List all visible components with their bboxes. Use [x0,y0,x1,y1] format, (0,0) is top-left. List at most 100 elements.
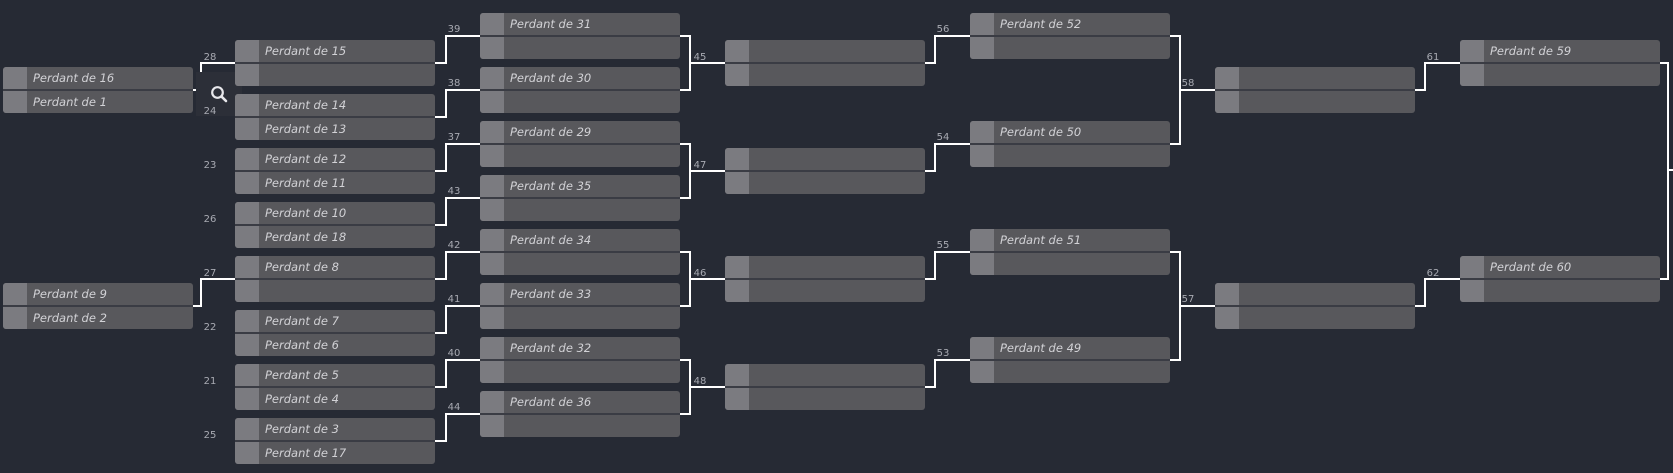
match-slot-bottom[interactable]: Perdant de 1 [3,91,193,113]
match-card[interactable]: Perdant de 50 [970,121,1170,167]
participant-name: Perdant de 50 [1000,125,1082,139]
match-card[interactable]: Perdant de 60 [1460,256,1660,302]
match-slot-bottom[interactable] [480,361,680,383]
match-slot-bottom[interactable] [235,280,435,302]
match-slot-top[interactable]: Perdant de 14 [235,94,435,116]
match-card[interactable]: Perdant de 9 Perdant de 2 [3,283,193,329]
match-slot-top[interactable]: Perdant de 49 [970,337,1170,359]
match-card[interactable]: Perdant de 51 [970,229,1170,275]
match-slot-top[interactable]: Perdant de 34 [480,229,680,251]
match-slot-bottom[interactable]: Perdant de 17 [235,442,435,464]
match-slot-top[interactable]: Perdant de 7 [235,310,435,332]
match-slot-top[interactable] [725,40,925,62]
match-slot-top[interactable] [725,364,925,386]
match-number: 23 [203,160,217,171]
match-slot-top[interactable]: Perdant de 8 [235,256,435,278]
match-card[interactable]: Perdant de 14 Perdant de 13 [235,94,435,140]
match-number: 26 [203,214,217,225]
match-card[interactable] [725,364,925,410]
match-card[interactable]: Perdant de 16 Perdant de 1 [3,67,193,113]
match-slot-top[interactable]: Perdant de 30 [480,67,680,89]
match-slot-bottom[interactable] [1460,280,1660,302]
match-slot-bottom[interactable]: Perdant de 4 [235,388,435,410]
seed-box [3,67,27,89]
match-card[interactable] [725,256,925,302]
match-slot-bottom[interactable] [970,361,1170,383]
match-slot-bottom[interactable] [725,388,925,410]
match-slot-bottom[interactable] [970,253,1170,275]
match-slot-bottom[interactable] [480,253,680,275]
slot-divider [480,359,680,361]
match-slot-bottom[interactable] [970,37,1170,59]
match-slot-top[interactable] [1215,283,1415,305]
match-slot-top[interactable]: Perdant de 10 [235,202,435,224]
match-slot-top[interactable]: Perdant de 9 [3,283,193,305]
match-slot-top[interactable]: Perdant de 12 [235,148,435,170]
match-card[interactable] [725,148,925,194]
match-slot-bottom[interactable] [480,145,680,167]
match-slot-top[interactable]: Perdant de 16 [3,67,193,89]
match-card[interactable]: Perdant de 5 Perdant de 4 [235,364,435,410]
match-slot-bottom[interactable]: Perdant de 13 [235,118,435,140]
match-slot-top[interactable]: Perdant de 59 [1460,40,1660,62]
match-slot-bottom[interactable] [970,145,1170,167]
match-slot-bottom[interactable]: Perdant de 11 [235,172,435,194]
match-slot-top[interactable]: Perdant de 15 [235,40,435,62]
match-card[interactable] [1215,67,1415,113]
match-slot-top[interactable]: Perdant de 36 [480,391,680,413]
match-card[interactable]: Perdant de 12 Perdant de 11 [235,148,435,194]
match-card[interactable]: Perdant de 15 [235,40,435,86]
match-card[interactable]: Perdant de 59 [1460,40,1660,86]
match-card[interactable]: Perdant de 7 Perdant de 6 [235,310,435,356]
match-slot-bottom[interactable] [480,91,680,113]
match-card[interactable]: Perdant de 10 Perdant de 18 [235,202,435,248]
match-slot-bottom[interactable]: Perdant de 18 [235,226,435,248]
match-card[interactable]: Perdant de 35 [480,175,680,221]
match-slot-top[interactable] [725,148,925,170]
match-slot-top[interactable]: Perdant de 60 [1460,256,1660,278]
match-slot-bottom[interactable] [725,172,925,194]
match-card[interactable]: Perdant de 31 [480,13,680,59]
match-card[interactable]: Perdant de 8 [235,256,435,302]
match-slot-bottom[interactable] [480,199,680,221]
participant-name: Perdant de 12 [265,152,347,166]
match-slot-bottom[interactable] [1460,64,1660,86]
match-slot-top[interactable]: Perdant de 32 [480,337,680,359]
match-card[interactable]: Perdant de 3 Perdant de 17 [235,418,435,464]
match-card[interactable]: Perdant de 30 [480,67,680,113]
match-slot-bottom[interactable]: Perdant de 6 [235,334,435,356]
match-card[interactable]: Perdant de 33 [480,283,680,329]
match-slot-bottom[interactable] [725,280,925,302]
match-slot-bottom[interactable]: Perdant de 2 [3,307,193,329]
slot-divider [970,143,1170,145]
match-slot-top[interactable]: Perdant de 50 [970,121,1170,143]
match-slot-top[interactable]: Perdant de 3 [235,418,435,440]
match-slot-top[interactable] [725,256,925,278]
match-slot-bottom[interactable] [725,64,925,86]
match-card[interactable] [1215,283,1415,329]
match-slot-bottom[interactable] [480,415,680,437]
match-card[interactable]: Perdant de 52 [970,13,1170,59]
match-slot-top[interactable]: Perdant de 31 [480,13,680,35]
match-slot-bottom[interactable] [480,37,680,59]
match-card[interactable]: Perdant de 49 [970,337,1170,383]
match-slot-top[interactable]: Perdant de 35 [480,175,680,197]
match-slot-top[interactable] [1215,67,1415,89]
connector [435,35,480,64]
match-slot-top[interactable]: Perdant de 52 [970,13,1170,35]
match-card[interactable]: Perdant de 29 [480,121,680,167]
match-card[interactable]: Perdant de 36 [480,391,680,437]
match-slot-bottom[interactable] [235,64,435,86]
match-slot-bottom[interactable] [480,307,680,329]
match-card[interactable]: Perdant de 34 [480,229,680,275]
slot-divider [235,332,435,334]
match-slot-top[interactable]: Perdant de 33 [480,283,680,305]
match-slot-bottom[interactable] [1215,307,1415,329]
match-slot-top[interactable]: Perdant de 5 [235,364,435,386]
match-slot-top[interactable]: Perdant de 51 [970,229,1170,251]
match-slot-top[interactable]: Perdant de 29 [480,121,680,143]
slot-divider [1215,305,1415,307]
match-slot-bottom[interactable] [1215,91,1415,113]
match-card[interactable]: Perdant de 32 [480,337,680,383]
match-card[interactable] [725,40,925,86]
